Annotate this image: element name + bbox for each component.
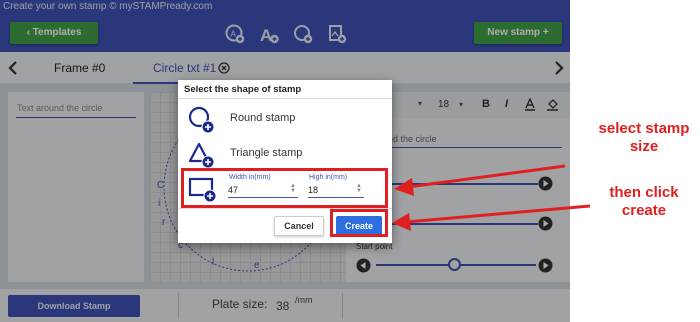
- round-stamp-label: Round stamp: [230, 112, 296, 124]
- dialog-title: Select the shape of stamp: [184, 84, 302, 95]
- create-annotation: then click create: [609, 184, 679, 219]
- triangle-stamp-icon: [188, 142, 215, 169]
- app-window: Create your own stamp © mySTAMPready.com…: [0, 0, 570, 322]
- round-stamp-icon: [188, 106, 215, 134]
- round-stamp-option[interactable]: Round stamp: [186, 106, 386, 134]
- triangle-stamp-option[interactable]: Triangle stamp: [186, 141, 386, 169]
- size-highlight-box: [181, 168, 388, 208]
- cancel-button[interactable]: Cancel: [274, 216, 324, 236]
- triangle-stamp-label: Triangle stamp: [230, 147, 303, 159]
- size-annotation: select stamp size: [598, 120, 690, 155]
- divider: [178, 98, 392, 99]
- create-highlight-box: [330, 209, 388, 237]
